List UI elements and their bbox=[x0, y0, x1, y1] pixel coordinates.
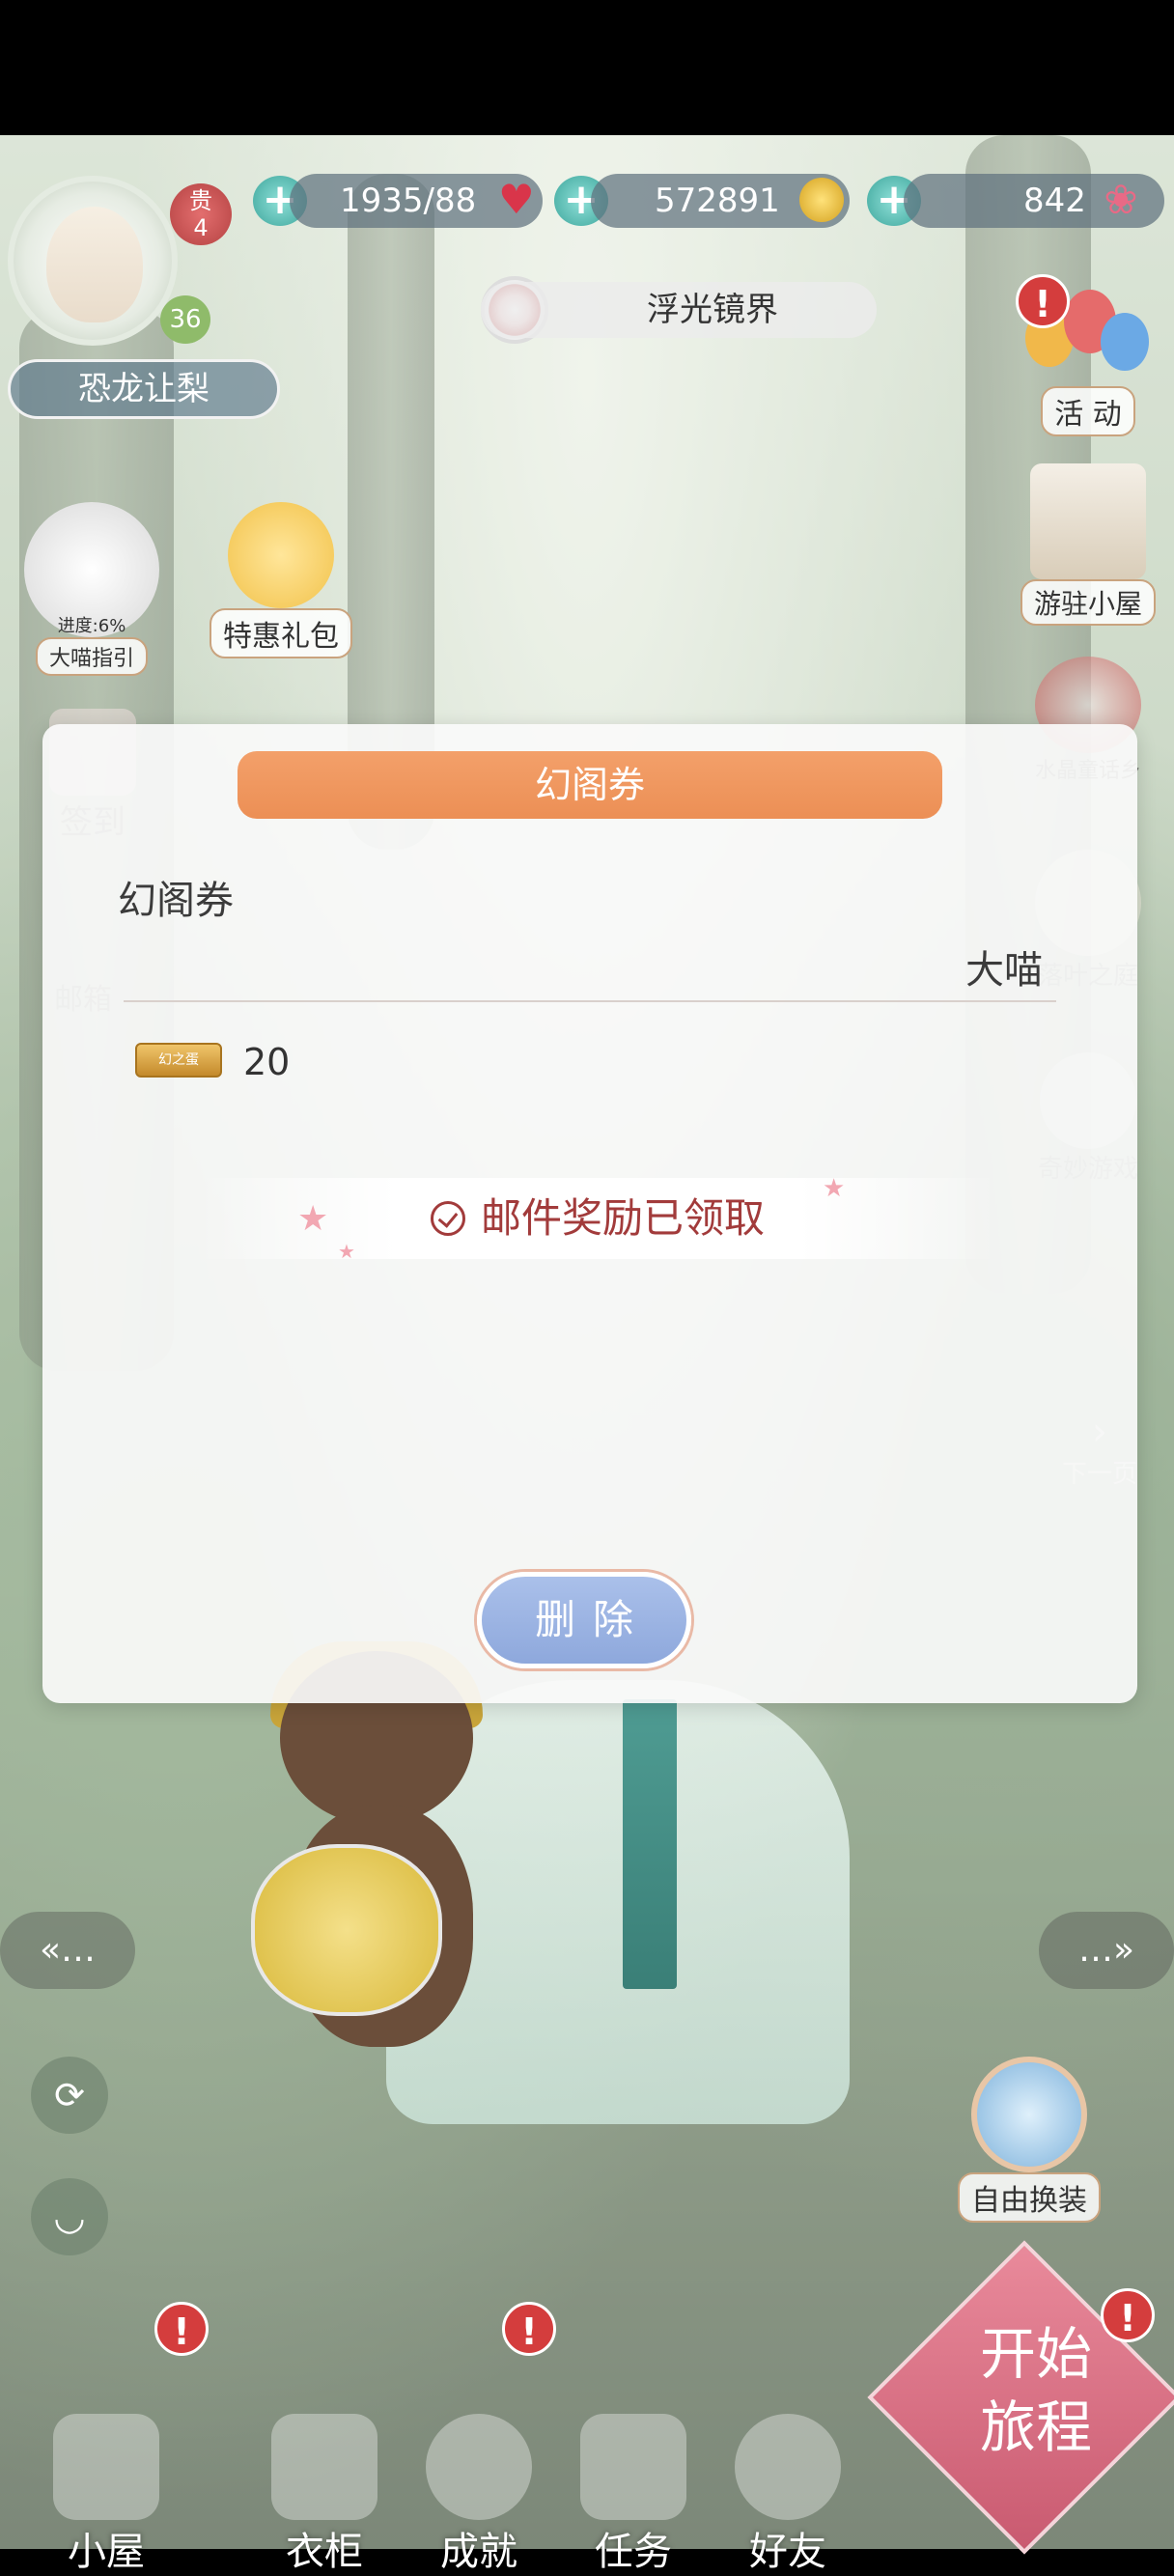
nav-cottage-label: 小屋 bbox=[68, 2530, 145, 2574]
guide-progress: 进度:6% bbox=[57, 616, 126, 636]
avatar-portrait bbox=[46, 207, 143, 322]
claimed-label: 邮件奖励已领取 bbox=[480, 1194, 765, 1242]
honey-jar bbox=[251, 1844, 442, 2016]
mail-subject: 幻阁券 bbox=[118, 879, 234, 923]
cottage-card-icon bbox=[1030, 463, 1146, 579]
gift-label: 特惠礼包 bbox=[210, 608, 352, 658]
start-journey-label: 开始 旅程 bbox=[925, 2317, 1147, 2464]
nav-achievements-label: 成就 bbox=[440, 2530, 517, 2574]
coin-value: 572891 bbox=[655, 182, 780, 220]
cottage-alert-icon: ! bbox=[154, 2302, 209, 2356]
star-decoration-icon: ★ bbox=[297, 1199, 329, 1239]
refresh-icon[interactable]: ⟳ bbox=[31, 2057, 108, 2134]
divider bbox=[124, 1000, 1056, 1002]
prev-outfit-button[interactable]: «… bbox=[0, 1912, 135, 1989]
voucher-ticket-icon[interactable]: 幻之蛋 bbox=[135, 1043, 222, 1078]
character-sash bbox=[623, 1699, 677, 1989]
guide-label: 大喵指引 bbox=[35, 637, 148, 676]
special-gift-button[interactable]: 特惠礼包 bbox=[209, 502, 353, 658]
free-dress-label: 自由换装 bbox=[958, 2172, 1101, 2223]
star-decoration-icon: ★ bbox=[823, 1174, 846, 1203]
activity-alert-icon: ! bbox=[1016, 274, 1070, 328]
stage-name-banner[interactable]: 浮光镜界 bbox=[481, 282, 877, 338]
player-name[interactable]: 恐龙让梨 bbox=[8, 359, 280, 419]
nav-cottage[interactable]: 小屋 bbox=[39, 2414, 174, 2576]
mirror-icon bbox=[971, 2057, 1087, 2172]
nav-achievements[interactable]: 成就 bbox=[411, 2414, 546, 2576]
scooter-icon bbox=[53, 2414, 159, 2520]
mail-detail-dialog: 幻阁券 幻阁券 大喵 幻之蛋 20 邮件奖励已领取 ★ ★ ★ 删除 bbox=[42, 724, 1137, 1703]
hide-ui-eye-icon[interactable]: ◡ bbox=[31, 2178, 108, 2255]
cottage-label: 游驻小屋 bbox=[1020, 579, 1156, 626]
nav-tasks-label: 任务 bbox=[595, 2530, 672, 2574]
nav-friends[interactable]: 好友 bbox=[720, 2414, 855, 2576]
star-decoration-icon: ★ bbox=[338, 1240, 355, 1263]
wardrobe-icon bbox=[271, 2414, 377, 2520]
friends-icon bbox=[735, 2414, 841, 2520]
mail-sender: 大喵 bbox=[965, 948, 1043, 993]
player-avatar[interactable] bbox=[8, 176, 178, 346]
activity-label: 活 动 bbox=[1041, 386, 1135, 436]
nav-wardrobe[interactable]: 衣柜 bbox=[257, 2414, 392, 2576]
dialog-title: 幻阁券 bbox=[238, 751, 942, 819]
vip-badge[interactable]: 贵 4 bbox=[170, 183, 232, 245]
start-journey-alert-icon: ! bbox=[1101, 2288, 1155, 2342]
vip-level: 4 bbox=[193, 214, 209, 241]
guide-button[interactable]: 进度:6% 大喵指引 bbox=[19, 502, 164, 676]
heart-icon: ♥ bbox=[498, 176, 535, 223]
nav-wardrobe-label: 衣柜 bbox=[286, 2530, 363, 2574]
diamond-icon: ❀ bbox=[1104, 176, 1138, 223]
achievement-medal-icon bbox=[426, 2414, 532, 2520]
delete-button[interactable]: 删除 bbox=[477, 1572, 691, 1668]
next-outfit-button[interactable]: …» bbox=[1039, 1912, 1174, 1989]
start-journey-line2: 旅程 bbox=[979, 2394, 1092, 2460]
status-bar bbox=[0, 0, 1174, 135]
voucher-ticket-text: 幻之蛋 bbox=[158, 1052, 199, 1068]
check-circle-icon bbox=[430, 1201, 465, 1236]
reward-quantity: 20 bbox=[243, 1041, 291, 1083]
vip-label: 贵 bbox=[189, 187, 212, 214]
gift-mascot-icon bbox=[228, 502, 334, 608]
cottage-visit-button[interactable]: 游驻小屋 bbox=[1016, 463, 1160, 626]
honey-bear-companion bbox=[222, 1641, 512, 2114]
nav-friends-label: 好友 bbox=[749, 2530, 826, 2574]
achievement-alert-icon: ! bbox=[502, 2302, 556, 2356]
free-dress-button[interactable]: 自由换装 bbox=[942, 2057, 1116, 2223]
gold-coin-icon bbox=[797, 176, 846, 224]
diamond-value: 842 bbox=[1023, 182, 1086, 220]
stamina-value: 1935/88 bbox=[340, 182, 477, 220]
player-level-badge: 36 bbox=[160, 295, 210, 344]
nav-tasks[interactable]: 任务 bbox=[566, 2414, 701, 2576]
task-scroll-icon bbox=[580, 2414, 686, 2520]
